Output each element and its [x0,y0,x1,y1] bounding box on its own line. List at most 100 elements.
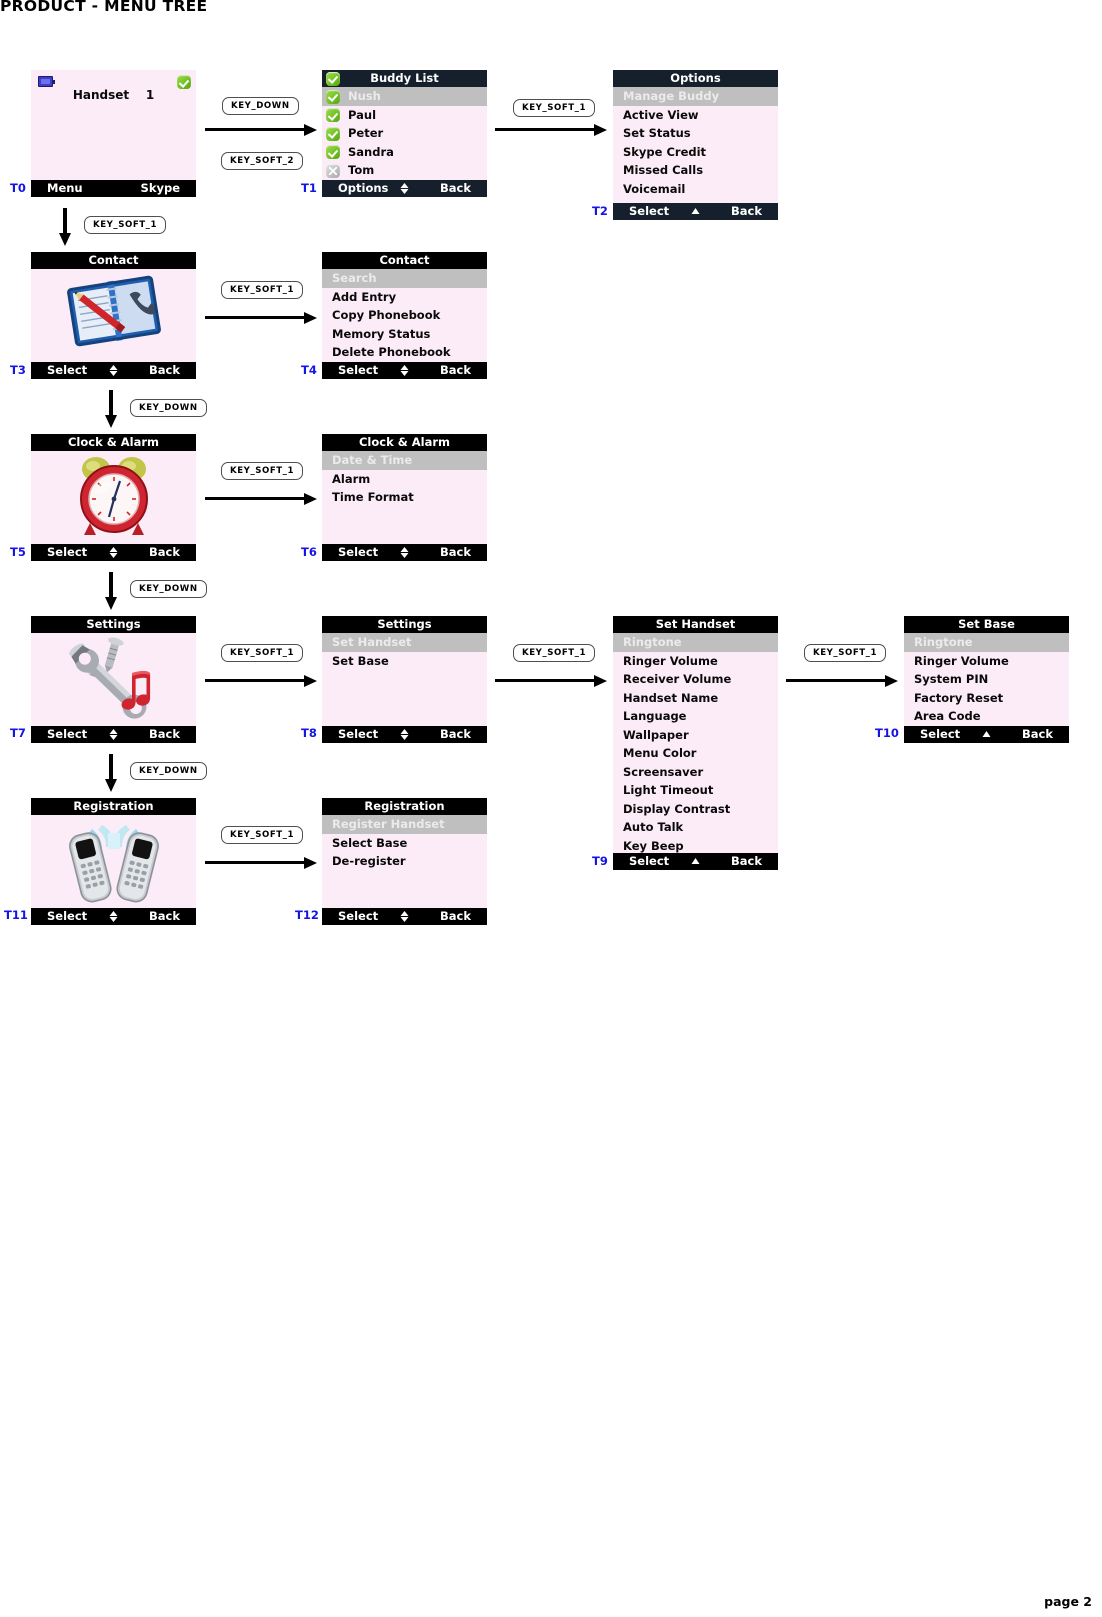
list-item[interactable]: Auto Talk [613,818,778,837]
list-item-label: Nush [348,89,381,103]
softkey-right-back[interactable]: Back [440,362,471,379]
list-item[interactable]: Paul [322,106,487,125]
list-item[interactable]: Delete Phonebook [322,343,487,362]
list-item[interactable]: Key Beep [613,837,778,854]
softkey-left-select[interactable]: Select [338,908,378,925]
list-item[interactable]: Light Timeout [613,781,778,800]
list-item[interactable]: Skype Credit [613,143,778,162]
list-item[interactable]: Ringer Volume [613,652,778,671]
t11-body [31,815,196,908]
list-item[interactable]: Memory Status [322,325,487,344]
softkey-right-back[interactable]: Back [1022,726,1053,743]
list-item[interactable]: Ringtone [613,633,778,652]
list-item[interactable]: Ringer Volume [904,652,1069,671]
t0-idle-text: Handset 1 [72,88,155,102]
list-item[interactable]: Wallpaper [613,726,778,745]
list-item[interactable]: Factory Reset [904,689,1069,708]
updown-arrow-icon [109,908,118,925]
two-handsets-icon [31,815,196,908]
t12-menu-list: Register Handset Select Base De-register [322,815,487,871]
list-item[interactable]: Peter [322,124,487,143]
softkey-left-select[interactable]: Select [338,544,378,561]
t12-body: Register Handset Select Base De-register [322,815,487,908]
softkey-left-select[interactable]: Select [629,203,669,220]
list-item[interactable]: Time Format [322,488,487,507]
list-item[interactable]: Menu Color [613,744,778,763]
key-chip-key-soft-1-t5-t6: KEY_SOFT_1 [221,462,304,480]
status-offline-icon [326,163,340,178]
updown-arrow-icon [400,544,409,561]
softkey-right-back[interactable]: Back [149,544,180,561]
list-item[interactable]: Select Base [322,834,487,853]
list-item[interactable]: Set Status [613,124,778,143]
softkey-right-back[interactable]: Back [149,362,180,379]
softkey-left-select[interactable]: Select [47,908,87,925]
list-item[interactable]: Display Contrast [613,800,778,819]
list-item[interactable]: Active View [613,106,778,125]
list-item[interactable]: Manage Buddy [613,87,778,106]
list-item[interactable]: Screensaver [613,763,778,782]
updown-arrow-icon [982,726,991,743]
list-item[interactable]: Receiver Volume [613,670,778,689]
softkey-left-select[interactable]: Select [629,853,669,870]
softkey-right-back[interactable]: Back [440,180,471,197]
list-item[interactable]: Set Base [322,652,487,671]
softkey-left-select[interactable]: Select [338,726,378,743]
list-item[interactable]: De-register [322,852,487,871]
list-item[interactable]: Set Handset [322,633,487,652]
softkey-left-menu[interactable]: Menu [47,180,83,197]
list-item[interactable]: Ringtone [904,633,1069,652]
softkey-right-back[interactable]: Back [440,908,471,925]
list-item-label: Paul [348,107,377,122]
t3-softkey-bar: Select Back [31,362,196,379]
softkey-left-select[interactable]: Select [47,362,87,379]
t11-softkey-bar: Select Back [31,908,196,925]
softkey-right-back[interactable]: Back [440,544,471,561]
list-item[interactable]: Tom [322,161,487,180]
t9-header: Set Handset [613,616,778,633]
t2-body: Manage Buddy Active View Set Status Skyp… [613,87,778,203]
online-check-icon [326,71,340,86]
list-item[interactable]: Area Code [904,707,1069,726]
label-t12: T12 [295,908,319,922]
list-item[interactable]: Register Handset [322,815,487,834]
softkey-right-back[interactable]: Back [149,726,180,743]
list-item[interactable]: Date & Time [322,451,487,470]
key-chip-key-down-t5-t7: KEY_DOWN [130,580,207,598]
list-item[interactable]: Search [322,269,487,288]
softkey-right-back[interactable]: Back [440,726,471,743]
t5-title: Clock & Alarm [67,435,160,449]
list-item[interactable]: Add Entry [322,288,487,307]
softkey-left-options[interactable]: Options [338,180,388,197]
t3-body [31,269,196,362]
softkey-left-select[interactable]: Select [920,726,960,743]
t2-title: Options [670,71,721,85]
t6-header: Clock & Alarm [322,434,487,451]
softkey-left-select[interactable]: Select [47,544,87,561]
softkey-left-select[interactable]: Select [47,726,87,743]
list-item[interactable]: Language [613,707,778,726]
t11-header: Registration [31,798,196,815]
t9-title: Set Handset [655,617,736,631]
softkey-right-back[interactable]: Back [731,203,762,220]
t7-body [31,633,196,726]
list-item[interactable]: Nush [322,87,487,106]
screen-t5: Clock & Alarm Select Back [31,434,196,561]
list-item[interactable]: System PIN [904,670,1069,689]
softkey-right-skype[interactable]: Skype [141,180,180,197]
status-online-icon [326,89,340,104]
softkey-right-back[interactable]: Back [731,853,762,870]
label-t3: T3 [10,363,26,377]
list-item[interactable]: Handset Name [613,689,778,708]
arrow-t5-to-t7 [105,572,117,610]
list-item[interactable]: Sandra [322,143,487,162]
list-item[interactable]: Voicemail [613,180,778,199]
arrow-t0-to-t3 [59,208,71,246]
list-item[interactable]: Copy Phonebook [322,306,487,325]
t8-header: Settings [322,616,487,633]
t1-header: Buddy List [322,70,487,87]
softkey-right-back[interactable]: Back [149,908,180,925]
list-item[interactable]: Alarm [322,470,487,489]
softkey-left-select[interactable]: Select [338,362,378,379]
list-item[interactable]: Missed Calls [613,161,778,180]
